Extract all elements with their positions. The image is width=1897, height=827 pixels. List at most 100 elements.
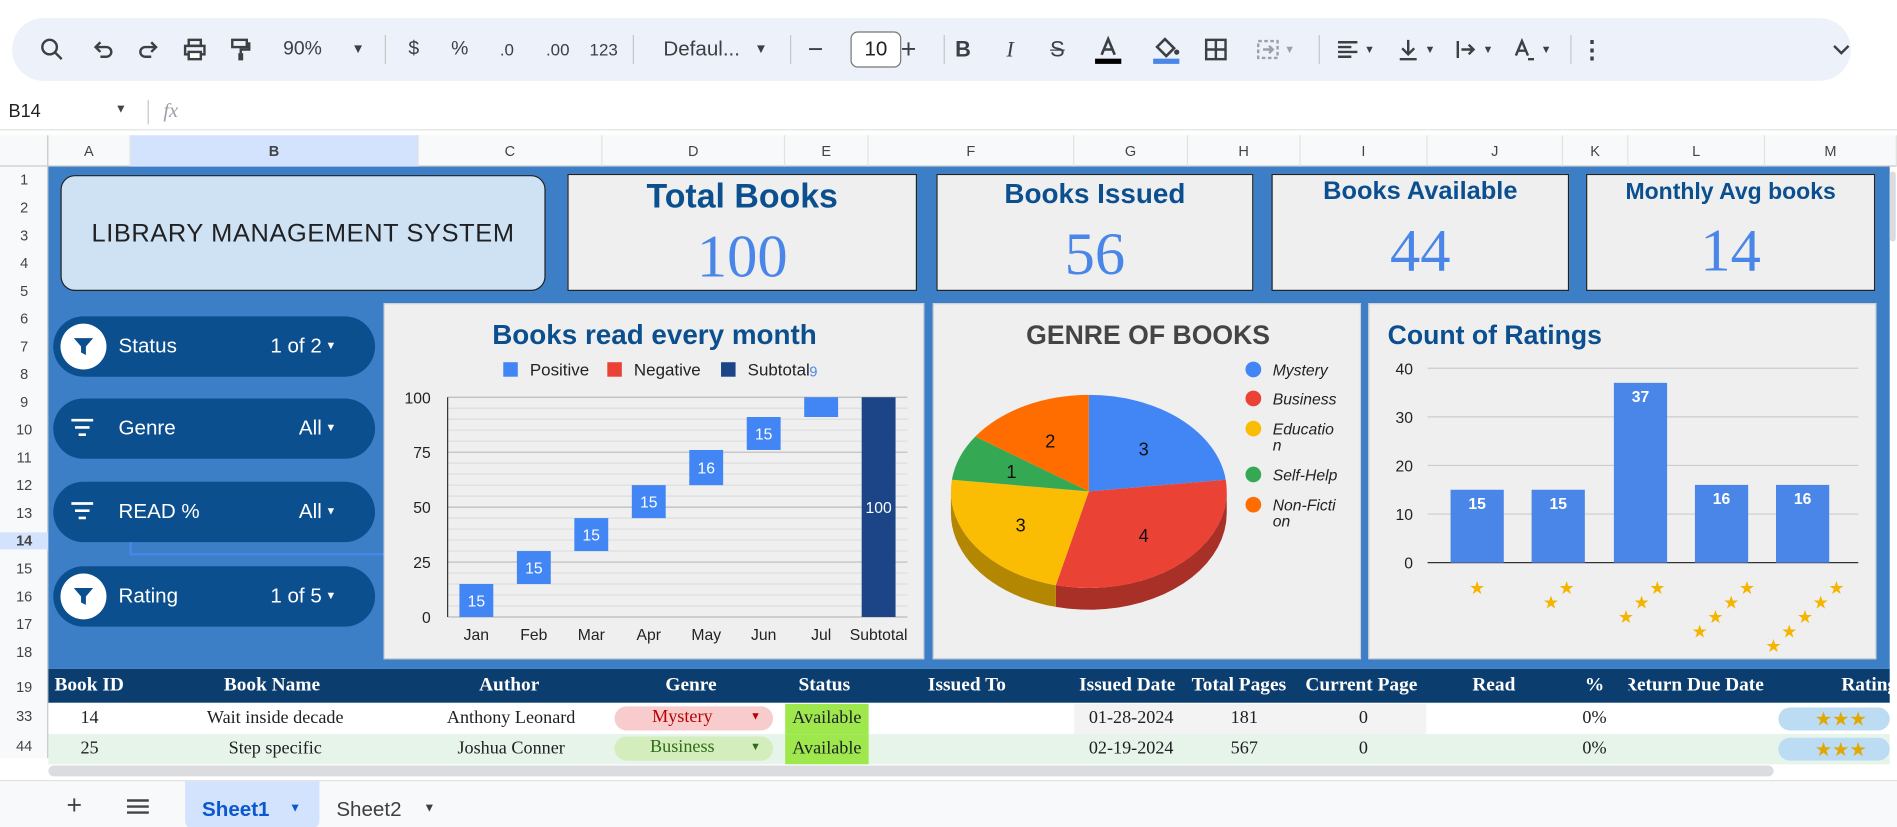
vertical-scrollbar[interactable] [1889,171,1896,242]
column-header-a[interactable]: A [48,135,131,167]
row-header-7[interactable]: 7 [0,338,48,355]
italic-icon[interactable]: I [998,18,1022,81]
row-header-11[interactable]: 11 [0,449,48,466]
strikethrough-icon[interactable]: S [1045,18,1069,81]
plus-icon[interactable]: + [896,18,920,81]
borders-icon[interactable] [1203,18,1230,81]
row-header-33[interactable]: 33 [0,708,48,725]
table-row[interactable]: 14 Wait inside decade Anthony Leonard My… [48,703,1890,735]
all-sheets-icon[interactable] [126,798,150,821]
column-header-i[interactable]: I [1301,135,1428,167]
zoom-select[interactable]: 90% [271,18,334,81]
bold-icon[interactable]: B [951,18,975,81]
cell-book-id[interactable]: 25 [48,739,130,760]
column-header-l[interactable]: L [1628,135,1766,167]
row-header-44[interactable]: 44 [0,738,48,755]
status-cell[interactable]: Available [785,703,869,735]
row-header-1[interactable]: 1 [0,171,48,188]
collapse-toolbar-icon[interactable] [1827,18,1856,81]
chevron-down-icon[interactable]: ▼ [348,18,367,81]
cell-percent[interactable]: 0% [1563,739,1626,760]
row-header-18[interactable]: 18 [0,644,48,661]
search-icon[interactable] [36,18,67,81]
horizontal-scrollbar[interactable] [48,765,1774,777]
more-options-icon[interactable]: ⋮ [1580,18,1604,81]
column-header-b[interactable]: B [130,135,419,167]
cell-percent[interactable]: 0% [1563,709,1626,730]
fill-color-icon[interactable] [1149,18,1183,81]
undo-icon[interactable] [87,18,118,81]
row-header-13[interactable]: 13 [0,505,48,522]
font-select[interactable]: Defaul... [653,18,750,81]
row-header-4[interactable]: 4 [0,255,48,272]
paint-format-icon[interactable] [225,18,256,81]
add-sheet-icon[interactable]: + [67,790,83,821]
column-header-f[interactable]: F [869,135,1075,167]
cell-current-page[interactable]: 0 [1301,739,1427,760]
row-header-19[interactable]: 19 [0,679,48,696]
cell-author[interactable]: Joshua Conner [420,739,603,760]
filter-genre[interactable]: Genre All ▼ [53,398,376,459]
rating-stars[interactable]: ★★★ [1778,707,1890,731]
cell-current-page[interactable]: 0 [1301,709,1427,730]
decrease-decimal-button[interactable]: .0 [491,18,522,81]
font-size-input[interactable]: 10 [850,31,902,68]
column-header-d[interactable]: D [602,135,786,167]
ratings-chart[interactable]: Count of Ratings 0 10 20 30 40 15 ★ 1 star 15 ★ ★ 2 … [1368,303,1877,660]
chevron-down-icon[interactable]: ▼ [751,18,770,81]
status-cell[interactable]: Available [785,734,869,765]
row-header-10[interactable]: 10 [0,421,48,438]
column-header-j[interactable]: J [1428,135,1564,167]
cell-issued-date[interactable]: 02-19-2024 [1074,739,1188,760]
column-header-h[interactable]: H [1188,135,1301,167]
row-header-15[interactable]: 15 [0,560,48,577]
minus-icon[interactable]: − [803,18,827,81]
horizontal-align-icon[interactable]: ▼ [1331,18,1379,81]
text-wrap-icon[interactable]: ▼ [1449,18,1497,81]
row-header-8[interactable]: 8 [0,366,48,383]
genre-chip[interactable]: Mystery ▼ [614,706,774,731]
row-header-9[interactable]: 9 [0,394,48,411]
column-header-k[interactable]: K [1563,135,1629,167]
currency-button[interactable]: $ [402,18,426,81]
row-header-12[interactable]: 12 [0,477,48,494]
text-color-icon[interactable] [1091,18,1125,81]
cell-total-pages[interactable]: 181 [1188,709,1301,730]
cell-book-name[interactable]: Step specific [131,739,420,760]
row-header-17[interactable]: 17 [0,616,48,633]
merge-cells-icon[interactable]: ▼ [1251,18,1299,81]
more-formats-button[interactable]: 123 [586,18,622,81]
filter-rating[interactable]: Rating 1 of 5 ▼ [53,566,376,627]
increase-decimal-button[interactable]: .00 [540,18,576,81]
text-rotation-icon[interactable]: ▼ [1507,18,1555,81]
select-all-corner[interactable] [0,135,49,167]
print-icon[interactable] [179,18,210,81]
column-header-c[interactable]: C [419,135,603,167]
row-header-3[interactable]: 3 [0,227,48,244]
sheet-tab[interactable]: Sheet2 ▼ [319,781,453,827]
column-header-g[interactable]: G [1074,135,1189,167]
cell-author[interactable]: Anthony Leonard [420,709,603,730]
cell-book-name[interactable]: Wait inside decade [131,709,420,730]
row-header-2[interactable]: 2 [0,199,48,216]
redo-icon[interactable] [133,18,164,81]
chevron-down-icon[interactable]: ▼ [115,103,127,116]
column-header-e[interactable]: E [785,135,869,167]
cell-return-due[interactable] [1628,703,1764,735]
table-row[interactable]: 25 Step specific Joshua Conner Business … [48,734,1890,765]
cell-read[interactable] [1426,703,1560,735]
genre-pie-chart[interactable]: GENRE OF BOOKS 3 4 3 1 2 Mystery Business Educat… [932,303,1362,660]
sheet-tab-active[interactable]: Sheet1 ▼ [185,781,320,827]
cell-total-pages[interactable]: 567 [1188,739,1301,760]
row-header-5[interactable]: 5 [0,283,48,300]
row-header-6[interactable]: 6 [0,310,48,327]
name-box[interactable]: B14 [8,101,40,122]
cell-book-id[interactable]: 14 [48,709,130,730]
row-header-14[interactable]: 14 [0,532,49,550]
rating-stars[interactable]: ★★★ [1778,737,1890,761]
vertical-align-icon[interactable]: ▼ [1391,18,1439,81]
percent-button[interactable]: % [448,18,472,81]
column-header-m[interactable]: M [1765,135,1897,167]
row-header-16[interactable]: 16 [0,588,48,605]
filter-status[interactable]: Status 1 of 2 ▼ [53,316,376,377]
